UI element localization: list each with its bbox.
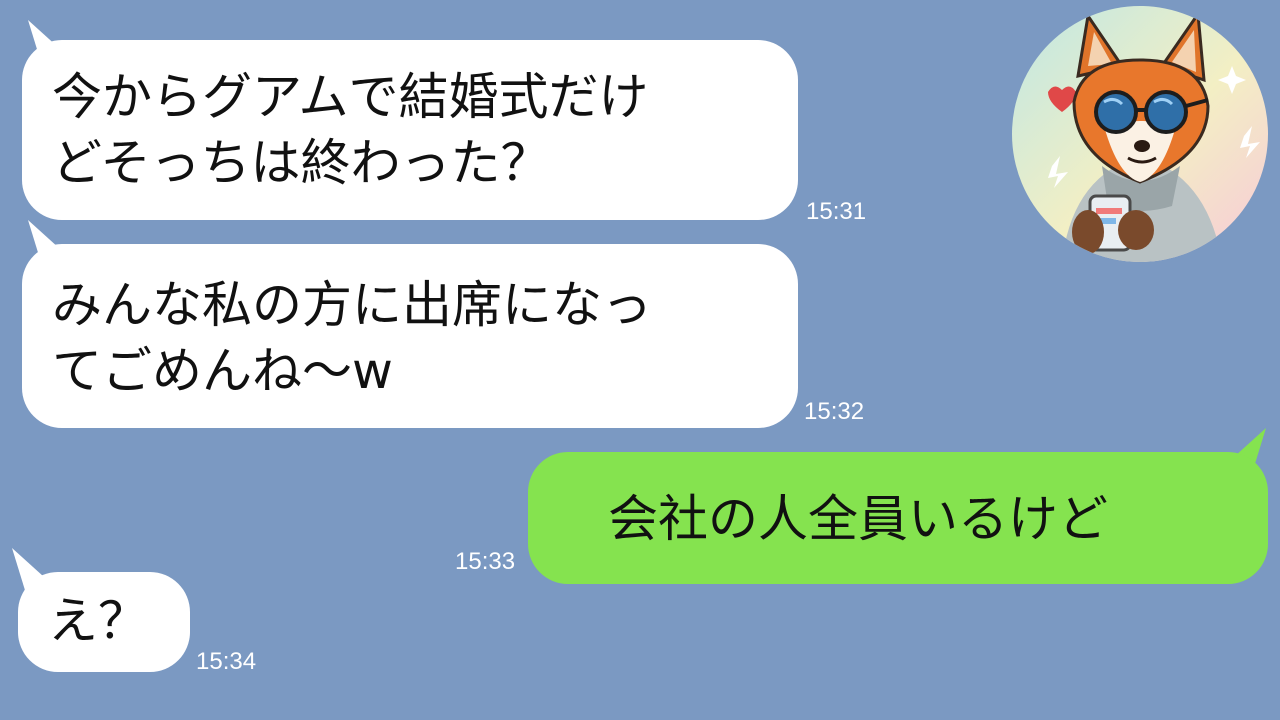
message-bubble-incoming[interactable]: みんな私の方に出席になっ てごめんね〜w: [22, 244, 798, 428]
fox-avatar-icon[interactable]: [1012, 6, 1268, 262]
message-timestamp: 15:31: [806, 198, 867, 225]
message-bubble-incoming[interactable]: え？: [18, 572, 190, 672]
message-bubble-incoming[interactable]: 今からグアムで結婚式だけ どそっちは終わった？: [22, 40, 798, 220]
message-timestamp: 15:34: [196, 648, 257, 675]
message-text-line: え？: [48, 592, 148, 650]
fox-illustration: [1012, 6, 1268, 262]
message-timestamp: 15:32: [804, 398, 865, 425]
message-text-line: 会社の人全員いるけど: [608, 490, 1108, 548]
message-text-line: みんな私の方に出席になっ: [52, 276, 652, 334]
message-text-line: 今からグアムで結婚式だけ: [52, 68, 649, 126]
message-timestamp: 15:33: [455, 548, 516, 575]
message-text-line: どそっちは終わった？: [52, 134, 551, 192]
message-bubble-outgoing[interactable]: 会社の人全員いるけど: [528, 452, 1268, 584]
message-text-line: てごめんね〜w: [52, 342, 393, 400]
